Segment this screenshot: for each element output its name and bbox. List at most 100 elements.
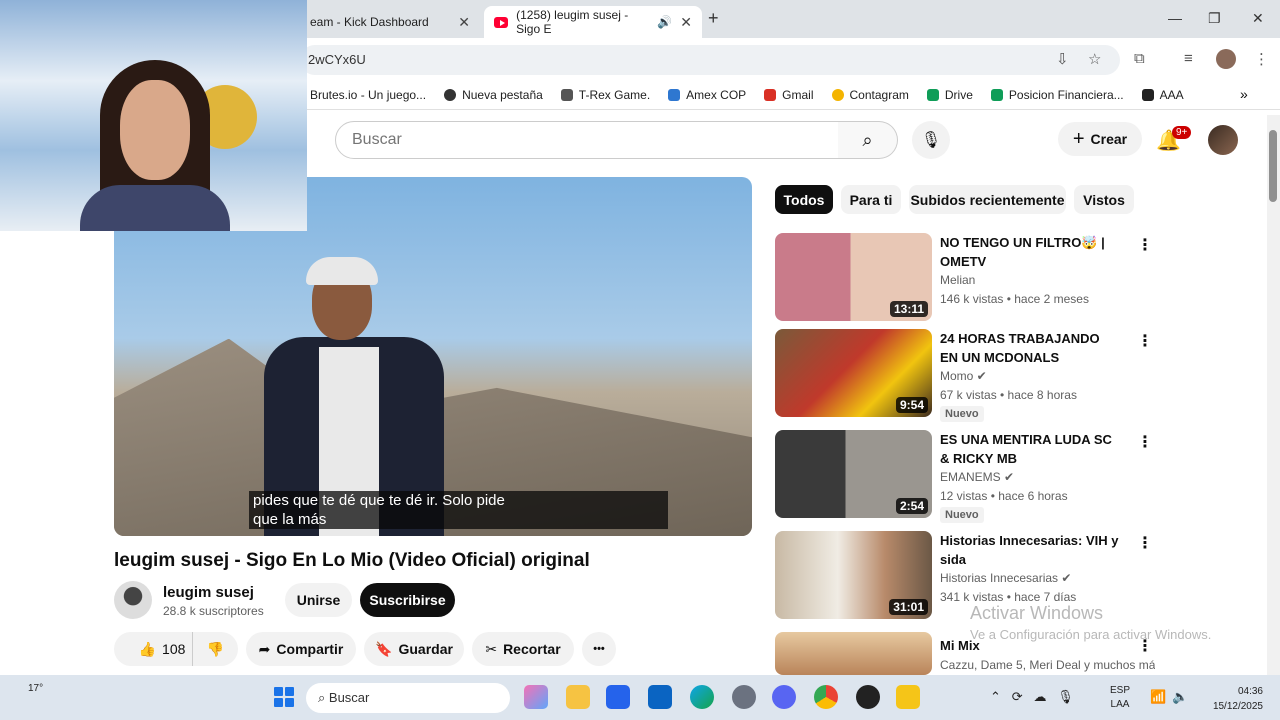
list-item[interactable]: 9:54 24 HORAS TRABAJANDO EN UN MCDONALS … <box>775 329 1155 422</box>
maximize-button[interactable]: ❐ <box>1208 10 1221 27</box>
video-title[interactable]: Historias Innecesarias: VIH y sida <box>940 531 1120 569</box>
video-title[interactable]: NO TENGO UN FILTRO🤯 | OMETV <box>940 233 1120 271</box>
bookmark-posicion-financiera[interactable]: Posicion Financiera... <box>990 88 1124 102</box>
activate-windows-subtext: Ve a Configuración para activar Windows. <box>970 627 1212 642</box>
list-item[interactable]: 2:54 ES UNA MENTIRA LUDA SC & RICKY MB E… <box>775 430 1155 523</box>
channel-name[interactable]: leugim susej <box>163 584 254 601</box>
bookmark-trex[interactable]: T-Rex Game. <box>560 88 650 102</box>
video-meta: 341 k vistas • hace 7 días <box>940 590 1077 604</box>
join-button[interactable]: Unirse <box>285 583 352 617</box>
more-icon: ••• <box>593 643 605 655</box>
tab-kick-dashboard[interactable]: eam - Kick Dashboard ✕ <box>300 6 480 38</box>
aaa-icon <box>1141 88 1154 101</box>
drive-icon <box>990 88 1003 101</box>
bookmark-icon: 🔖 <box>375 640 393 657</box>
tab-youtube-video[interactable]: (1258) leugim susej - Sigo E 🔊 ✕ <box>484 6 702 38</box>
chip-vistos[interactable]: Vistos <box>1074 185 1134 214</box>
search-input[interactable]: Buscar <box>335 121 839 159</box>
more-actions-button[interactable]: ••• <box>582 632 616 666</box>
bookmark-amex[interactable]: Amex COP <box>668 88 746 102</box>
more-bookmarks-icon[interactable]: » <box>1240 86 1248 102</box>
video-title[interactable]: 24 HORAS TRABAJANDO EN UN MCDONALS <box>940 329 1120 367</box>
voice-search-button[interactable]: 🎙 <box>912 121 950 159</box>
weather-widget[interactable]: 17° <box>28 683 43 694</box>
bookmark-brutes[interactable]: Brutes.io - Un juego... <box>310 88 426 102</box>
globe-icon <box>444 88 457 101</box>
channel-name[interactable]: EMANEMS ✔ <box>940 470 1014 484</box>
chip-subidos-recientemente[interactable]: Subidos recientemente <box>909 185 1066 214</box>
menu-icon[interactable]: ⋮ <box>1254 50 1269 68</box>
chip-todos[interactable]: Todos <box>775 185 833 214</box>
bookmark-nueva-pestana[interactable]: Nueva pestaña <box>444 88 543 102</box>
language-indicator[interactable]: ESP LAA <box>1110 684 1130 712</box>
chip-para-ti[interactable]: Para ti <box>841 185 901 214</box>
close-tab-icon[interactable]: ✕ <box>680 14 692 31</box>
profile-avatar[interactable] <box>1216 49 1236 69</box>
channel-name[interactable]: Cazzu, Dame 5, Meri Deal y muchos más <box>940 658 1155 672</box>
kebab-menu-icon[interactable]: ⋮ <box>1137 432 1153 452</box>
copilot-icon[interactable] <box>524 685 548 709</box>
close-window-button[interactable]: ✕ <box>1252 10 1264 27</box>
list-item[interactable]: 13:11 NO TENGO UN FILTRO🤯 | OMETV Melian… <box>775 233 1155 323</box>
create-button[interactable]: + Crear <box>1058 122 1142 156</box>
subscribe-button[interactable]: Suscribirse <box>360 583 455 617</box>
clip-button[interactable]: ✂ Recortar <box>472 632 574 666</box>
speaker-icon[interactable]: 🔊 <box>657 15 672 29</box>
address-bar[interactable]: 2wCYx6U <box>300 45 1120 75</box>
kebab-menu-icon[interactable]: ⋮ <box>1137 331 1153 351</box>
windows-start-icon[interactable] <box>274 687 294 707</box>
app-icon[interactable] <box>896 685 920 709</box>
bookmark-gmail[interactable]: Gmail <box>764 88 814 102</box>
contagram-icon <box>831 88 844 101</box>
store-icon[interactable] <box>606 685 630 709</box>
gmail-icon <box>764 88 777 101</box>
clock[interactable]: 04:36 15/12/2025 <box>1200 684 1263 714</box>
video-thumbnail[interactable] <box>775 632 932 675</box>
channel-avatar[interactable] <box>114 581 152 619</box>
close-tab-icon[interactable]: ✕ <box>458 14 470 31</box>
video-thumbnail[interactable]: 31:01 <box>775 531 932 619</box>
star-icon[interactable]: ☆ <box>1088 50 1101 68</box>
account-avatar[interactable] <box>1208 125 1238 155</box>
discord-icon[interactable] <box>772 685 796 709</box>
duration-badge: 13:11 <box>889 301 928 317</box>
bookmark-contagram[interactable]: Contagram <box>831 88 909 102</box>
scrollbar-thumb[interactable] <box>1269 130 1277 202</box>
video-thumbnail[interactable]: 9:54 <box>775 329 932 417</box>
chrome-icon[interactable] <box>814 685 838 709</box>
duration-badge: 9:54 <box>895 397 928 413</box>
video-thumbnail[interactable]: 13:11 <box>775 233 932 321</box>
search-button[interactable]: ⌕ <box>838 121 898 159</box>
wifi-icon[interactable]: 📶 <box>1150 689 1166 705</box>
bookmark-aaa[interactable]: AAA <box>1141 88 1184 102</box>
new-tab-button[interactable]: + <box>708 8 719 29</box>
dislike-button[interactable]: 👎 <box>192 632 238 666</box>
file-explorer-icon[interactable] <box>566 685 590 709</box>
minimize-button[interactable]: — <box>1168 10 1182 26</box>
channel-name[interactable]: Momo ✔ <box>940 369 987 383</box>
thumbs-up-icon: 👍 <box>138 640 157 657</box>
volume-icon[interactable]: 🔈 <box>1172 689 1188 705</box>
system-tray[interactable]: ⌃ ⟳ ☁ 🎙 <box>990 689 1074 705</box>
outlook-icon[interactable] <box>648 685 672 709</box>
video-thumbnail[interactable]: 2:54 <box>775 430 932 518</box>
media-icon[interactable]: ≡ <box>1184 50 1193 67</box>
kebab-menu-icon[interactable]: ⋮ <box>1137 235 1153 255</box>
kebab-menu-icon[interactable]: ⋮ <box>1137 533 1153 553</box>
duration-badge: 31:01 <box>889 599 928 615</box>
edge-icon[interactable] <box>690 685 714 709</box>
video-title: leugim susej - Sigo En Lo Mio (Video Ofi… <box>114 550 590 571</box>
save-button[interactable]: 🔖 Guardar <box>364 632 464 666</box>
obs-icon[interactable] <box>856 685 880 709</box>
extensions-icon[interactable]: ⧉ <box>1134 50 1145 67</box>
taskbar-search[interactable]: ⌕ Buscar <box>306 683 510 713</box>
activate-windows-watermark: Activar Windows <box>970 603 1104 623</box>
settings-icon[interactable] <box>732 685 756 709</box>
share-button[interactable]: ➦ Compartir <box>246 632 356 666</box>
install-app-icon[interactable]: ⇩ <box>1056 50 1069 68</box>
channel-name[interactable]: Historias Innecesarias ✔ <box>940 571 1071 585</box>
bookmark-drive[interactable]: Drive <box>926 88 973 102</box>
channel-name[interactable]: Melian <box>940 273 975 287</box>
video-title[interactable]: ES UNA MENTIRA LUDA SC & RICKY MB <box>940 430 1120 468</box>
taskbar <box>0 675 1280 720</box>
